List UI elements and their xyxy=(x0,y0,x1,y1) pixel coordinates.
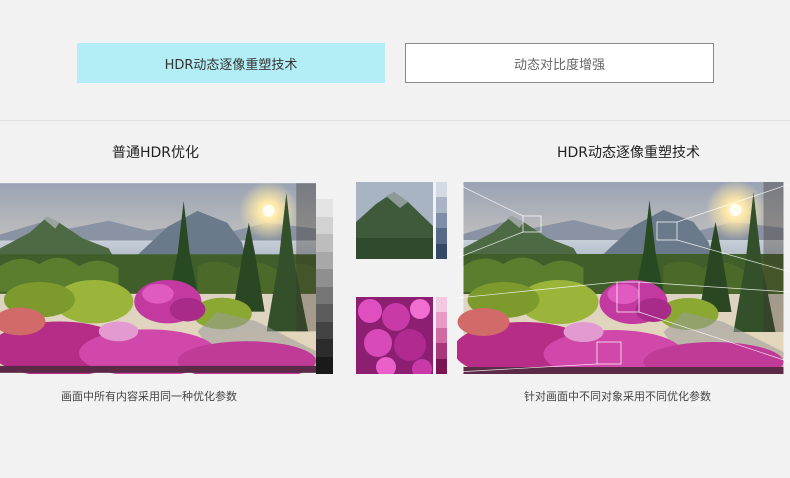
zoom-tile-mountain-ramp xyxy=(436,182,447,260)
right-landscape-photo xyxy=(457,182,790,374)
tab-hdr-pixel-reshape[interactable]: HDR动态逐像重塑技术 xyxy=(77,43,385,83)
left-panel-caption: 画面中所有内容采用同一种优化参数 xyxy=(61,390,237,403)
zoom-tile-mountain xyxy=(356,182,433,259)
zoom-tile-flowers xyxy=(356,297,433,374)
zoom-tile-flowers-ramp xyxy=(436,297,447,375)
tab-dynamic-contrast[interactable]: 动态对比度增强 xyxy=(405,43,714,83)
right-panel-title: HDR动态逐像重塑技术 xyxy=(557,145,701,161)
left-tone-ramp xyxy=(316,182,333,374)
left-landscape-photo xyxy=(0,182,316,374)
right-panel-caption: 针对画面中不同对象采用不同优化参数 xyxy=(524,390,711,403)
left-panel-title: 普通HDR优化 xyxy=(112,145,200,161)
tab-bar: HDR动态逐像重塑技术 动态对比度增强 xyxy=(0,0,790,121)
